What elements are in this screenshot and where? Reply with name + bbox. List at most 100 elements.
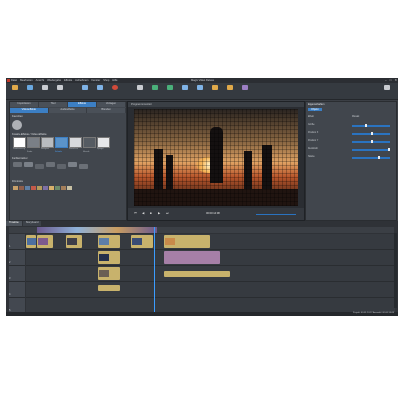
subtab-audio-effects[interactable]: Audioeffekte (48, 108, 88, 113)
menu-effects[interactable]: Effekte (64, 79, 72, 82)
playhead[interactable] (154, 227, 155, 312)
tab-effects[interactable]: Effekte (68, 102, 97, 107)
minimize-icon[interactable]: – (385, 78, 387, 82)
effect-thumb[interactable] (69, 137, 82, 148)
tab-import[interactable]: Importieren (10, 102, 39, 107)
subtab-video-effects[interactable]: Videoeffekte (10, 108, 49, 113)
menu-playback[interactable]: Wiedergabe (47, 79, 61, 82)
menu-view[interactable]: Ansicht (36, 79, 45, 82)
position-slider[interactable] (256, 214, 296, 215)
track-lane[interactable] (26, 282, 395, 298)
toolbar-button-timeline[interactable]: Zeitleiste (163, 85, 177, 105)
toolbar-button-trim[interactable]: Trimmen (148, 85, 162, 105)
video-clip[interactable] (131, 235, 153, 248)
menu-help[interactable]: Hilfe (112, 79, 117, 82)
track-header[interactable]: 4 (9, 282, 25, 298)
slider-knob[interactable] (365, 124, 367, 127)
section-color-correction[interactable]: Farbkorrektur (12, 157, 28, 160)
toolbar-button-scenes[interactable]: Szenenübersicht (193, 85, 209, 105)
slider-knob[interactable] (378, 156, 380, 159)
color-chip[interactable] (68, 162, 77, 167)
look-swatch[interactable] (13, 186, 18, 190)
look-swatch[interactable] (67, 186, 72, 190)
section-favorites[interactable]: Favoriten (12, 115, 23, 118)
track-lane[interactable] (26, 234, 395, 250)
opacity-slider[interactable] (352, 148, 390, 151)
menu-edit[interactable]: Bearbeiten (20, 79, 33, 82)
toolbar-button-mediapool[interactable]: Mediapool (93, 85, 107, 105)
export-assistant-button[interactable]: Export-Assistent (378, 85, 396, 105)
close-icon[interactable]: ✕ (394, 78, 397, 82)
menu-file[interactable]: Datei (11, 79, 17, 82)
toolbar-button-export[interactable]: Ausgabe (208, 85, 222, 105)
toolbar-button-burn[interactable]: Brennen (223, 85, 237, 105)
color-chip[interactable] (35, 164, 44, 169)
track-header[interactable]: 3 (9, 266, 25, 282)
effect-thumb[interactable] (41, 137, 54, 148)
tab-titles[interactable]: Titel (39, 102, 68, 107)
menu-record[interactable]: Aufnehmen (75, 79, 88, 82)
color-chip[interactable] (79, 164, 88, 169)
look-swatch[interactable] (31, 186, 36, 190)
effect-thumb[interactable] (97, 137, 110, 148)
subtab-transitions[interactable]: Blenden (87, 108, 127, 113)
effect-thumb-selected[interactable] (55, 137, 68, 148)
storyboard-strip[interactable] (37, 227, 157, 233)
look-swatch[interactable] (55, 186, 60, 190)
look-swatch[interactable] (49, 186, 54, 190)
toolbar-button-project[interactable]: Projekt (78, 85, 92, 105)
look-swatch[interactable] (25, 186, 30, 190)
play-icon[interactable]: ▶ (158, 211, 160, 215)
toolbar-button-open[interactable]: Öffnen (8, 85, 22, 105)
track-lane[interactable] (26, 250, 395, 266)
section-film-looks[interactable]: Filmlooks (12, 180, 23, 183)
pos-x-slider[interactable] (352, 132, 390, 135)
effect-thumb[interactable] (27, 137, 40, 148)
video-clip-selected[interactable] (164, 235, 210, 248)
stop-icon[interactable]: ■ (150, 211, 152, 215)
effect-thumb[interactable] (83, 137, 96, 148)
video-clip[interactable] (98, 235, 120, 248)
look-swatch[interactable] (61, 186, 66, 190)
section-video-effects[interactable]: Kreativ-Effekte / Video-Effekte (12, 133, 47, 136)
toolbar-button-undo[interactable]: Rückgängig (38, 85, 52, 105)
pos-y-slider[interactable] (352, 140, 390, 143)
color-chip[interactable] (24, 162, 33, 167)
audio-clip[interactable] (98, 285, 120, 291)
look-swatch[interactable] (19, 186, 24, 190)
size-slider[interactable] (352, 124, 390, 127)
video-clip[interactable] (98, 267, 120, 280)
color-chip[interactable] (57, 164, 66, 169)
go-start-icon[interactable]: ⏮ (134, 211, 137, 215)
look-swatch[interactable] (37, 186, 42, 190)
toolbar-button-cut[interactable]: Schneiden (133, 85, 147, 105)
color-chip[interactable] (46, 162, 55, 167)
video-clip[interactable] (37, 235, 53, 248)
menu-shop[interactable]: Shop (103, 79, 109, 82)
track-header[interactable]: 1 (9, 234, 25, 250)
toolbar-button-save[interactable]: Speichern (23, 85, 37, 105)
title-clip[interactable] (164, 251, 220, 264)
step-back-icon[interactable]: ◀ (142, 211, 144, 215)
audio-clip[interactable] (164, 271, 230, 277)
menu-window[interactable]: Fenster (91, 79, 100, 82)
slider-knob[interactable] (371, 132, 373, 135)
slider-knob[interactable] (388, 148, 390, 151)
toolbar-button-redo[interactable]: Wiederherstellen (53, 85, 69, 105)
color-chip[interactable] (13, 162, 22, 167)
tab-storyboard[interactable]: Storyboard (22, 221, 42, 226)
timeline-scrollbar[interactable] (394, 233, 397, 308)
effect-thumb[interactable] (13, 137, 26, 148)
look-swatch[interactable] (43, 186, 48, 190)
track-header[interactable]: 2 (9, 250, 25, 266)
tab-templates[interactable]: Vorlagen (97, 102, 126, 107)
video-frame[interactable] (134, 109, 298, 206)
go-end-icon[interactable]: ⏭ (166, 211, 169, 215)
properties-tab-object[interactable]: Objekt (308, 108, 322, 111)
tab-timeline[interactable]: Timeline (6, 221, 22, 226)
toolbar-button-online[interactable]: Online (238, 85, 252, 105)
toolbar-button-record[interactable]: Aufnahme (108, 85, 122, 105)
strength-slider[interactable] (352, 156, 390, 159)
video-clip[interactable] (66, 235, 82, 248)
slider-knob[interactable] (371, 140, 373, 143)
